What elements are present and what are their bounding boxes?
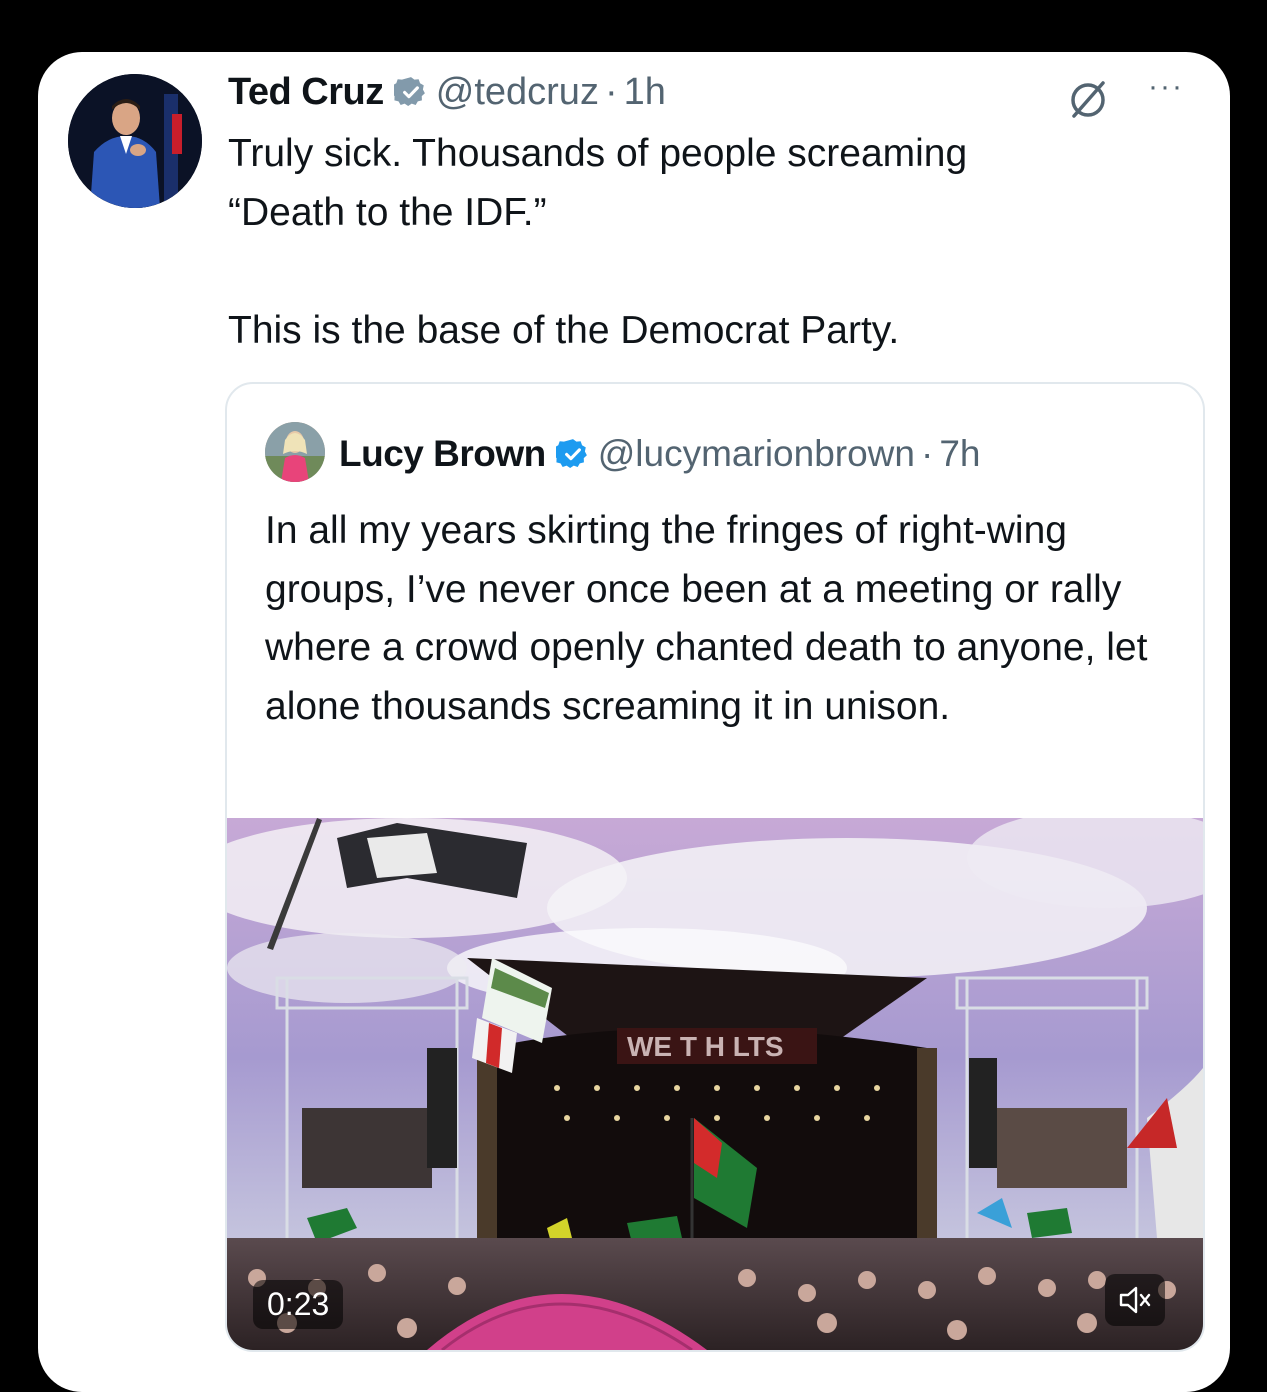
header-separator: · [920,433,934,474]
quoted-tweet-header: Lucy Brown @lucymarionbrown · 7h [339,432,980,476]
quoted-author-name[interactable]: Lucy Brown [339,433,546,475]
verified-badge-icon [555,437,590,471]
video-timer: 0:23 [253,1280,344,1329]
stage-banner-text: WE T H LTS [627,1031,784,1062]
tweet-text: Truly sick. Thousands of people screamin… [228,132,968,352]
author-handle[interactable]: @tedcruz [436,71,599,114]
quoted-author-avatar[interactable] [265,422,325,482]
top-dark-strip [0,0,1267,40]
tweet-time[interactable]: 1h [624,71,666,114]
tweet-card[interactable]: Ted Cruz @tedcruz · 1h ··· Truly sick. T… [38,52,1230,1392]
verified-badge-icon [393,75,428,109]
video-player[interactable]: WE T H LTS 0:23 [227,818,1203,1350]
author-name[interactable]: Ted Cruz [228,71,384,114]
more-options-icon[interactable]: ··· [1148,72,1198,102]
festival-stage-video-frame: WE T H LTS [227,818,1203,1350]
grok-icon[interactable] [1066,78,1110,122]
speaker-muted-icon[interactable] [1105,1274,1165,1326]
quoted-tweet[interactable]: Lucy Brown @lucymarionbrown · 7h In all … [225,382,1205,1352]
tweet-header: Ted Cruz @tedcruz · 1h [228,70,666,114]
quoted-author-handle[interactable]: @lucymarionbrown [598,433,915,475]
quoted-tweet-time[interactable]: 7h [939,433,980,475]
quoted-tweet-text: In all my years skirting the fringes of … [265,509,1148,728]
author-avatar[interactable] [68,74,202,208]
header-separator: · [604,70,618,113]
